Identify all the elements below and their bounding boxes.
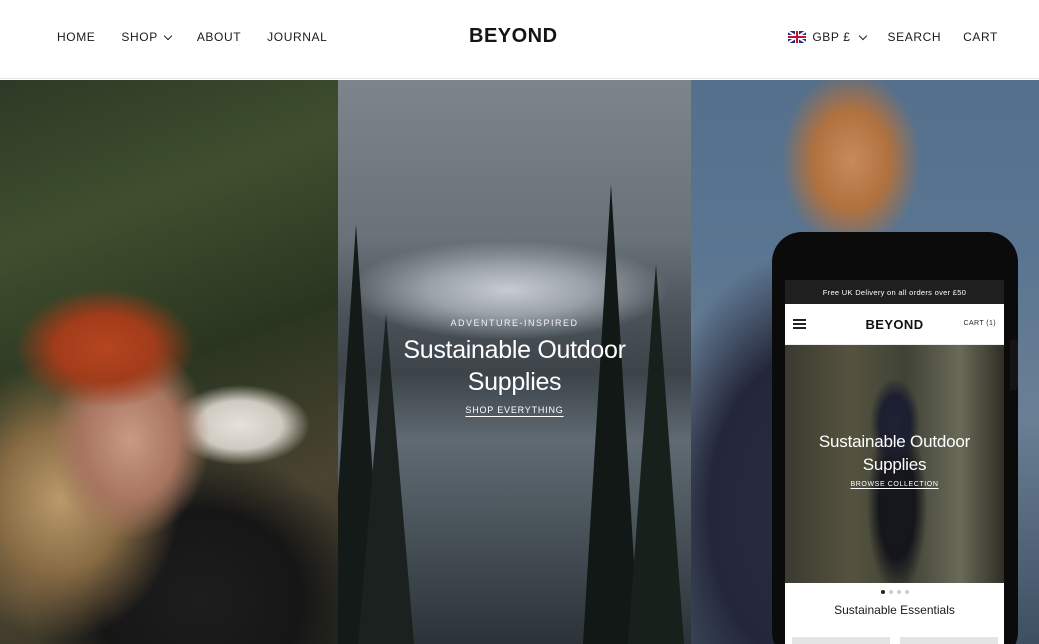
currency-selector[interactable]: GBP £ <box>788 30 867 44</box>
nav-shop-link[interactable]: SHOP <box>121 30 173 44</box>
site-logo[interactable]: BEYOND <box>469 25 558 48</box>
mobile-hero-title: Sustainable Outdoor Supplies <box>785 430 1004 476</box>
carousel-dot[interactable] <box>904 590 909 594</box>
carousel-dot[interactable] <box>896 590 901 594</box>
hero-title-line: Supplies <box>467 368 562 396</box>
nav-shop-label: SHOP <box>121 30 158 44</box>
chevron-down-icon <box>858 31 867 40</box>
mobile-cart-link[interactable]: CART (1) <box>963 320 996 327</box>
nav-journal-link[interactable]: JOURNAL <box>267 30 327 44</box>
mobile-hero-image: Sustainable Outdoor Supplies BROWSE COLL… <box>785 345 1004 583</box>
product-card-placeholder[interactable] <box>792 637 890 644</box>
cart-link[interactable]: CART <box>963 30 998 44</box>
nav-about-link[interactable]: ABOUT <box>197 30 241 44</box>
utility-nav: GBP £ SEARCH CART <box>788 30 998 44</box>
carousel-dots <box>785 583 1004 601</box>
search-link[interactable]: SEARCH <box>888 30 942 44</box>
mobile-promo-bar: Free UK Delivery on all orders over £50 <box>785 280 1004 304</box>
site-header: HOME SHOP ABOUT JOURNAL BEYOND GBP £ SEA… <box>0 0 1039 79</box>
mobile-hero-title-line: Supplies <box>862 455 927 474</box>
carousel-dot[interactable] <box>888 590 893 594</box>
mobile-product-cards <box>792 637 998 644</box>
primary-nav: HOME SHOP ABOUT JOURNAL <box>57 30 327 44</box>
mobile-section-title: Sustainable Essentials <box>834 603 955 617</box>
mobile-screen: Free UK Delivery on all orders over £50 … <box>785 280 1004 644</box>
nav-home-link[interactable]: HOME <box>57 30 95 44</box>
currency-label: GBP £ <box>812 30 851 44</box>
phone-side-button <box>1010 340 1018 390</box>
product-card-placeholder[interactable] <box>900 637 998 644</box>
hero-kicker: ADVENTURE-INSPIRED <box>450 318 579 328</box>
hero-title-line: Sustainable Outdoor <box>403 336 626 364</box>
uk-flag-icon <box>788 31 807 43</box>
hero-image-woman-drinking <box>0 80 338 644</box>
browse-collection-link[interactable]: BROWSE COLLECTION <box>785 481 1004 488</box>
shop-everything-link[interactable]: SHOP EVERYTHING <box>338 405 691 415</box>
chevron-down-icon <box>163 31 173 40</box>
hero-title: Sustainable Outdoor Supplies <box>338 334 691 398</box>
mobile-header: BEYOND CART (1) <box>785 304 1004 345</box>
mobile-hero-title-line: Sustainable Outdoor <box>818 432 971 451</box>
carousel-dot[interactable] <box>880 590 885 594</box>
